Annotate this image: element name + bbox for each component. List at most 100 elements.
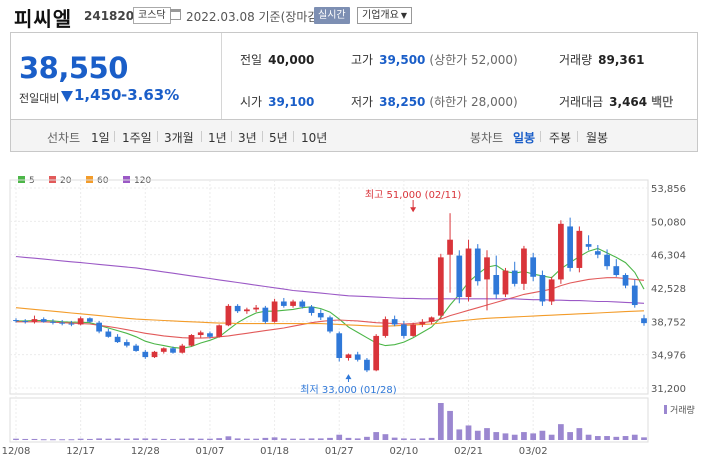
candle-body	[40, 319, 47, 322]
volume-bar	[207, 438, 213, 440]
volume-bar	[567, 432, 573, 440]
candle-body	[299, 301, 306, 307]
tab-10y[interactable]: 10년	[301, 129, 327, 146]
y-tick-label: 42,528	[651, 284, 686, 295]
candle-body	[197, 332, 204, 336]
candle-body	[613, 266, 620, 276]
candle-body	[373, 335, 380, 371]
volume-legend-swatch	[664, 405, 667, 414]
tab-1y[interactable]: 1년	[208, 129, 227, 146]
candle-body	[558, 223, 564, 280]
legend-label: 5	[29, 176, 35, 186]
volume-bar	[216, 438, 223, 440]
volume-bar	[170, 438, 176, 440]
diff-value: 1,450	[74, 86, 122, 104]
candle-body	[465, 248, 472, 298]
candle-body	[280, 301, 287, 306]
candle-body	[594, 251, 601, 255]
volume-bar	[354, 438, 361, 440]
quote-prev-close: 전일 40,000	[240, 51, 314, 68]
candle-body	[179, 345, 186, 353]
candle-body	[354, 354, 361, 360]
volume-bar	[622, 436, 629, 440]
candle-body	[567, 226, 573, 268]
realtime-button[interactable]: 실시간	[314, 7, 350, 24]
volume-bar	[151, 438, 158, 440]
volume-bar	[59, 439, 66, 441]
volume-bar	[594, 436, 601, 440]
candlestick-chart[interactable]: 5 20 60 120 53,856 50,080 46,304 42,528 38,752 3…	[0, 160, 708, 464]
tab-3m[interactable]: 3개월	[164, 129, 194, 146]
candle-body	[484, 257, 490, 280]
candle-body	[548, 279, 555, 302]
low-value: 38,250	[379, 95, 426, 109]
diff-rate: -3.63%	[121, 86, 180, 104]
low-annotation: 최저 33,000 (01/28)	[300, 384, 396, 396]
volume-bar	[234, 438, 241, 440]
candle-body	[262, 307, 269, 322]
tab-weekly[interactable]: 주봉	[549, 129, 571, 146]
chart-annotations: 최고 51,000 (02/11) 최저 33,000 (01/28)	[300, 189, 461, 396]
volume-bar	[576, 428, 583, 440]
high-value: 39,500	[379, 53, 426, 67]
volume-bar	[641, 437, 647, 440]
volume-bar	[437, 403, 444, 440]
candle-body	[345, 354, 352, 358]
quote-amount: 거래대금 3,464 백만	[559, 93, 673, 110]
legend-label: 120	[134, 176, 151, 186]
volume-bar	[401, 438, 407, 440]
volume-bar	[142, 438, 149, 440]
volume-bar	[604, 436, 610, 440]
tab-3y[interactable]: 3년	[238, 129, 257, 146]
volume-bar	[96, 438, 102, 440]
volume-bar	[419, 438, 426, 440]
volume-bar	[40, 439, 47, 441]
candle-body	[96, 322, 102, 332]
tab-daily[interactable]: 일봉	[513, 129, 535, 146]
candle-body	[382, 319, 389, 336]
candle-body	[271, 301, 278, 322]
y-tick-label: 53,856	[651, 184, 686, 195]
candle-body	[123, 342, 130, 346]
volume-bar	[345, 437, 352, 440]
volume-bar	[50, 439, 56, 441]
candle-body	[327, 317, 333, 332]
volume-bar	[373, 432, 380, 440]
volume-bar	[317, 438, 324, 440]
line-chart-label: 선차트	[47, 131, 81, 145]
volume-bar	[271, 437, 278, 440]
tab-1d[interactable]: 1일	[91, 129, 110, 146]
candle-chart-label: 봉차트	[470, 131, 504, 145]
volume-bar	[31, 438, 38, 440]
candle-body	[308, 306, 315, 313]
chart-legend: 5 20 60 120	[18, 176, 151, 186]
candle-body	[502, 270, 509, 295]
candle-body	[207, 333, 213, 337]
candle-body	[419, 321, 426, 325]
volume-bar	[548, 434, 555, 440]
volume-bar	[428, 437, 435, 440]
candle-body	[151, 351, 158, 358]
volume-bar	[160, 438, 167, 440]
company-info-button[interactable]: 기업개요 ▼	[357, 7, 412, 24]
amount-unit: 백만	[651, 95, 674, 109]
tab-divider	[577, 131, 578, 142]
open-value: 39,100	[268, 95, 315, 109]
volume-bar	[447, 410, 453, 440]
candle-body	[244, 309, 250, 312]
tab-5y[interactable]: 5년	[269, 129, 288, 146]
chart-grid	[9, 179, 649, 443]
volume-bar	[585, 434, 592, 440]
date-text: 2022.03.08 기준(장마감)	[186, 10, 324, 24]
candle-body	[87, 318, 93, 322]
tab-1w[interactable]: 1주일	[122, 129, 152, 146]
candle-body	[364, 359, 370, 371]
volume-bar	[364, 436, 370, 440]
volume-bar	[253, 438, 259, 440]
candle-body	[142, 351, 149, 358]
tab-monthly[interactable]: 월봉	[586, 129, 608, 146]
volume-bar	[558, 424, 564, 440]
candle-body	[216, 325, 223, 337]
company-info-label: 기업개요	[362, 10, 399, 21]
volume-bar	[225, 436, 232, 440]
